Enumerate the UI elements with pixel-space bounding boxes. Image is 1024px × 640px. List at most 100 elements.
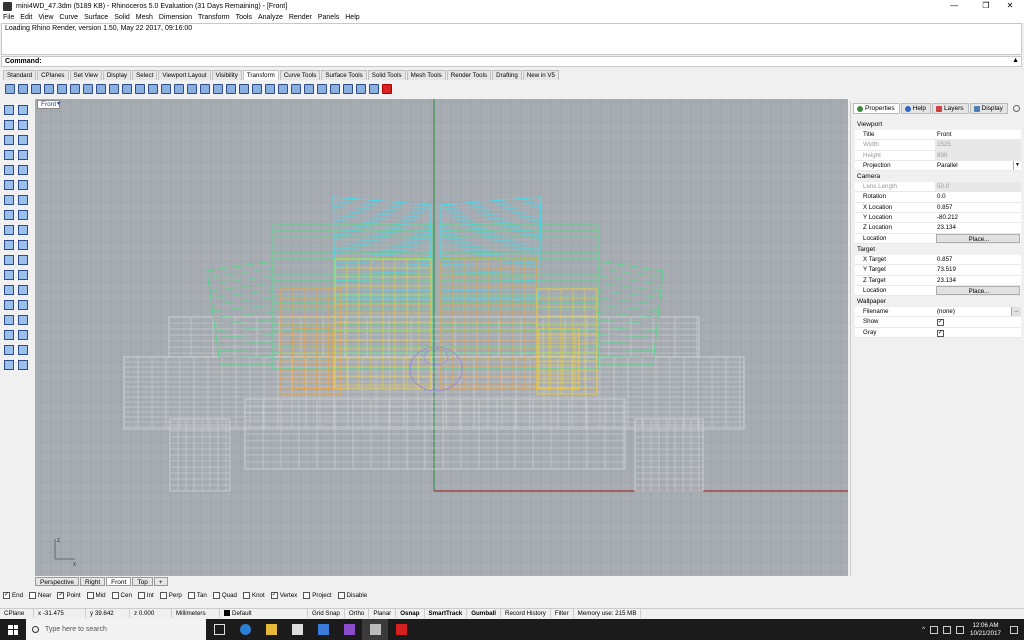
palette-check-icon[interactable]: [16, 358, 28, 370]
z-location-value[interactable]: 23.134: [935, 223, 1021, 232]
project-icon[interactable]: [328, 82, 340, 94]
menu-surface[interactable]: Surface: [84, 14, 108, 21]
notifications-icon[interactable]: [1010, 625, 1018, 634]
y-target-value[interactable]: 73.519: [935, 265, 1021, 274]
osnap-end[interactable]: ✓ End: [3, 592, 23, 599]
osnap-cen-checkbox[interactable]: [111, 592, 119, 599]
palette-freeform-icon[interactable]: [2, 178, 14, 190]
palette-trim-icon[interactable]: [16, 283, 28, 295]
smooth-icon[interactable]: [263, 82, 275, 94]
osnap-vertex[interactable]: ✓ Vertex: [270, 592, 297, 599]
command-scroll-icon[interactable]: ▲: [1012, 57, 1019, 64]
command-line[interactable]: Command: ▲: [1, 56, 1022, 67]
menu-analyze[interactable]: Analyze: [258, 14, 283, 21]
toolbar-tab-solid-tools[interactable]: Solid Tools: [367, 70, 406, 80]
copy-icon[interactable]: [16, 82, 28, 94]
polar-array-icon[interactable]: [159, 82, 171, 94]
menu-panels[interactable]: Panels: [318, 14, 339, 21]
toolbar-tab-surface-tools[interactable]: Surface Tools: [321, 70, 367, 80]
align-icon[interactable]: [315, 82, 327, 94]
taskbar-search-box[interactable]: Type here to search: [26, 619, 206, 640]
status-ortho[interactable]: Ortho: [345, 609, 370, 618]
remap-icon[interactable]: [367, 82, 379, 94]
toolbar-tab-drafting[interactable]: Drafting: [492, 70, 522, 80]
tab-display[interactable]: Display: [969, 103, 1008, 114]
palette-move-icon[interactable]: [16, 268, 28, 280]
cage-edit-icon[interactable]: [289, 82, 301, 94]
osnap-mid[interactable]: Mid: [86, 592, 106, 599]
flow-srf-icon[interactable]: [354, 82, 366, 94]
x-target-value[interactable]: 0.857: [935, 255, 1021, 264]
network-icon[interactable]: [930, 625, 939, 634]
tray-chevron-icon[interactable]: ^: [922, 626, 925, 633]
toolbar-tab-select[interactable]: Select: [132, 70, 158, 80]
palette-polyline-icon[interactable]: [2, 118, 14, 130]
osnap-knot[interactable]: Knot: [242, 592, 265, 599]
status-cplane[interactable]: CPlane: [0, 609, 34, 618]
move-icon[interactable]: [3, 82, 15, 94]
palette-join-icon[interactable]: [16, 298, 28, 310]
panel-gear-icon[interactable]: [1013, 105, 1020, 112]
gray-checkbox[interactable]: ✓: [937, 329, 944, 337]
menu-solid[interactable]: Solid: [114, 14, 130, 21]
array-srf-icon[interactable]: [185, 82, 197, 94]
viewport-tab-front[interactable]: Front: [106, 577, 132, 586]
viewport-tab-right[interactable]: Right: [79, 577, 106, 586]
task-view-icon[interactable]: [206, 619, 232, 640]
palette-group-icon[interactable]: [2, 343, 14, 355]
scale-nu-icon[interactable]: [94, 82, 106, 94]
osnap-cen[interactable]: Cen: [111, 592, 132, 599]
scale-1d-icon[interactable]: [81, 82, 93, 94]
status-grid-snap[interactable]: Grid Snap: [308, 609, 345, 618]
palette-curve-icon[interactable]: [2, 133, 14, 145]
viewport-tab-perspective[interactable]: Perspective: [35, 577, 79, 586]
array-icon[interactable]: [146, 82, 158, 94]
menu-file[interactable]: File: [3, 14, 14, 21]
toolbar-tab-visibility[interactable]: Visibility: [211, 70, 242, 80]
close-button[interactable]: ✕: [996, 0, 1024, 12]
palette-arc-icon[interactable]: [16, 133, 28, 145]
palette-rectangle-icon[interactable]: [2, 163, 14, 175]
palette-fillet-icon[interactable]: [16, 193, 28, 205]
viewport-canvas[interactable]: zx: [35, 99, 848, 576]
file-explorer-icon[interactable]: [258, 619, 284, 640]
osnap-int-checkbox[interactable]: [137, 592, 145, 599]
osnap-disable[interactable]: Disable: [337, 592, 367, 599]
z-target-value[interactable]: 23.134: [935, 276, 1021, 285]
palette-select-icon[interactable]: [2, 103, 14, 115]
menu-tools[interactable]: Tools: [236, 14, 252, 21]
osnap-disable-checkbox[interactable]: [337, 592, 345, 599]
rotation-value[interactable]: 0.0: [935, 192, 1021, 201]
osnap-knot-checkbox[interactable]: [242, 592, 250, 599]
status-gumball[interactable]: Gumball: [467, 609, 501, 618]
pdf-reader-icon[interactable]: [388, 619, 414, 640]
edge-icon[interactable]: [232, 619, 258, 640]
scale-2d-icon[interactable]: [68, 82, 80, 94]
mirror-icon[interactable]: [107, 82, 119, 94]
pull-icon[interactable]: [380, 82, 392, 94]
menu-view[interactable]: View: [38, 14, 53, 21]
x-location-value[interactable]: 0.857: [935, 203, 1021, 212]
palette-circle-icon[interactable]: [2, 148, 14, 160]
palette-hide-icon[interactable]: [16, 343, 28, 355]
osnap-point-checkbox[interactable]: ✓: [57, 592, 65, 599]
osnap-project-checkbox[interactable]: [303, 592, 311, 599]
toolbar-tab-display[interactable]: Display: [102, 70, 132, 80]
windows-start-icon[interactable]: [8, 624, 18, 635]
palette-lock-icon[interactable]: [2, 358, 14, 370]
toolbar-tab-transform[interactable]: Transform: [242, 70, 279, 80]
palette-transform-icon[interactable]: [2, 268, 14, 280]
palette-extrude-icon[interactable]: [16, 208, 28, 220]
stretch-icon[interactable]: [276, 82, 288, 94]
palette-mesh-icon[interactable]: [16, 238, 28, 250]
palette-split-icon[interactable]: [2, 298, 14, 310]
tab-help[interactable]: Help: [900, 103, 931, 114]
orient-3pt-icon[interactable]: [133, 82, 145, 94]
osnap-quad-checkbox[interactable]: [212, 592, 220, 599]
toolbar-tab-standard[interactable]: Standard: [3, 70, 37, 80]
viewport-menu-arrow-icon[interactable]: ▾: [57, 100, 60, 107]
toolbar-tab-render-tools[interactable]: Render Tools: [446, 70, 492, 80]
palette-polygon-icon[interactable]: [16, 163, 28, 175]
palette-analyze-icon[interactable]: [2, 313, 14, 325]
menu-render[interactable]: Render: [289, 14, 312, 21]
